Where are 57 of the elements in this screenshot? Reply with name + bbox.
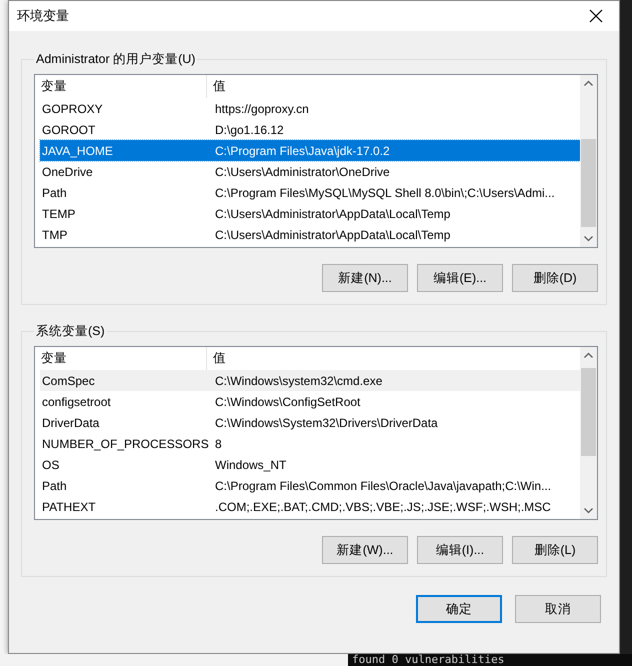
list-row[interactable]: TEMP C:\Users\Administrator\AppData\Local\Temp — [40, 203, 580, 224]
variable-name: GOROOT — [41, 122, 96, 136]
variable-name: OneDrive — [41, 164, 94, 178]
column-header[interactable]: 值 — [207, 75, 580, 98]
list-row[interactable]: Path C:\Program Files\Common Files\Oracle\Java\javapath;C:\Win... — [40, 475, 580, 496]
variable-value: https://goproxy.cn — [214, 102, 310, 116]
window-title: 环境变量 — [17, 7, 69, 25]
action-button[interactable]: 新建(N)... — [322, 264, 408, 292]
group-title: Administrator 的用户变量(U) — [35, 51, 196, 68]
variable-value: 8 — [214, 436, 223, 450]
ok-button[interactable]: 确定 — [416, 595, 502, 623]
variable-value: C:\Windows\System32\Drivers\DriverData — [214, 416, 439, 430]
variable-name: JAVA_HOME — [41, 144, 114, 158]
column-header[interactable]: 变量 — [35, 75, 207, 98]
variable-value: C:\Program Files\Java\jdk-17.0.2 — [214, 144, 391, 158]
variable-value: C:\Program Files\MySQL\MySQL Shell 8.0\bin\;C:\Users\Admi... — [214, 186, 556, 200]
list-row[interactable]: Path C:\Program Files\MySQL\MySQL Shell 8.0\bin\;C:\Users\Admi... — [40, 182, 580, 203]
action-button[interactable]: 编辑(E)... — [417, 264, 503, 292]
column-header[interactable]: 值 — [207, 347, 580, 370]
variable-name: Path — [41, 478, 68, 492]
list-row[interactable]: JAVA_HOME C:\Program Files\Java\jdk-17.0.2 — [40, 140, 580, 161]
list-row[interactable]: ComSpec C:\Windows\system32\cmd.exe — [40, 370, 580, 391]
cancel-button[interactable]: 取消 — [515, 595, 601, 623]
variable-name: DriverData — [41, 416, 100, 430]
variable-value: C:\Users\Administrator\AppData\Local\Temp — [214, 206, 452, 220]
variable-name: PATHEXT — [41, 500, 97, 514]
list-row[interactable]: PATHEXT .COM;.EXE;.BAT;.CMD;.VBS;.VBE;.JS;.JSE;.WSF;.WSH;.MSC — [40, 496, 580, 517]
variable-name: NUMBER_OF_PROCESSORS — [41, 436, 210, 450]
variable-value: Windows_NT — [214, 458, 288, 472]
list-row[interactable]: DriverData C:\Windows\System32\Drivers\DriverData — [40, 412, 580, 433]
variable-name: TEMP — [41, 206, 76, 220]
list-row[interactable]: OS Windows_NT — [40, 454, 580, 475]
list-row[interactable]: GOPROXY https://goproxy.cn — [40, 98, 580, 119]
action-button[interactable]: 编辑(I)... — [417, 536, 503, 564]
terminal-line: found 0 vulnerabilities — [351, 654, 506, 666]
action-button[interactable]: 删除(D) — [512, 264, 598, 292]
list-row[interactable]: OneDrive C:\Users\Administrator\OneDrive — [40, 161, 580, 182]
variable-value: .COM;.EXE;.BAT;.CMD;.VBS;.VBE;.JS;.JSE;.WSF;.WSH;.MSC — [214, 500, 552, 514]
group-title: 系统变量(S) — [35, 323, 106, 340]
variable-value: C:\Users\Administrator\OneDrive — [214, 164, 391, 178]
list-row[interactable]: NUMBER_OF_PROCESSORS 8 — [40, 433, 580, 454]
variable-value: C:\Windows\ConfigSetRoot — [214, 394, 362, 408]
variable-name: TMP — [41, 228, 68, 242]
variable-value: C:\Windows\system32\cmd.exe — [214, 374, 384, 388]
action-button[interactable]: 删除(L) — [512, 536, 598, 564]
variable-name: Path — [41, 186, 68, 200]
list-row[interactable]: TMP C:\Users\Administrator\AppData\Local\Temp — [40, 224, 580, 245]
variable-name: configsetroot — [41, 394, 112, 408]
list-row[interactable]: GOROOT D:\go1.16.12 — [40, 119, 580, 140]
variable-name: OS — [41, 458, 60, 472]
variable-value: C:\Users\Administrator\AppData\Local\Temp — [214, 228, 452, 242]
action-button[interactable]: 新建(W)... — [322, 536, 408, 564]
variable-value: C:\Program Files\Common Files\Oracle\Java\javapath;C:\Win... — [214, 478, 552, 492]
variable-name: ComSpec — [41, 374, 96, 388]
variable-name: GOPROXY — [41, 102, 104, 116]
list-row[interactable]: configsetroot C:\Windows\ConfigSetRoot — [40, 391, 580, 412]
variable-value: D:\go1.16.12 — [214, 122, 285, 136]
